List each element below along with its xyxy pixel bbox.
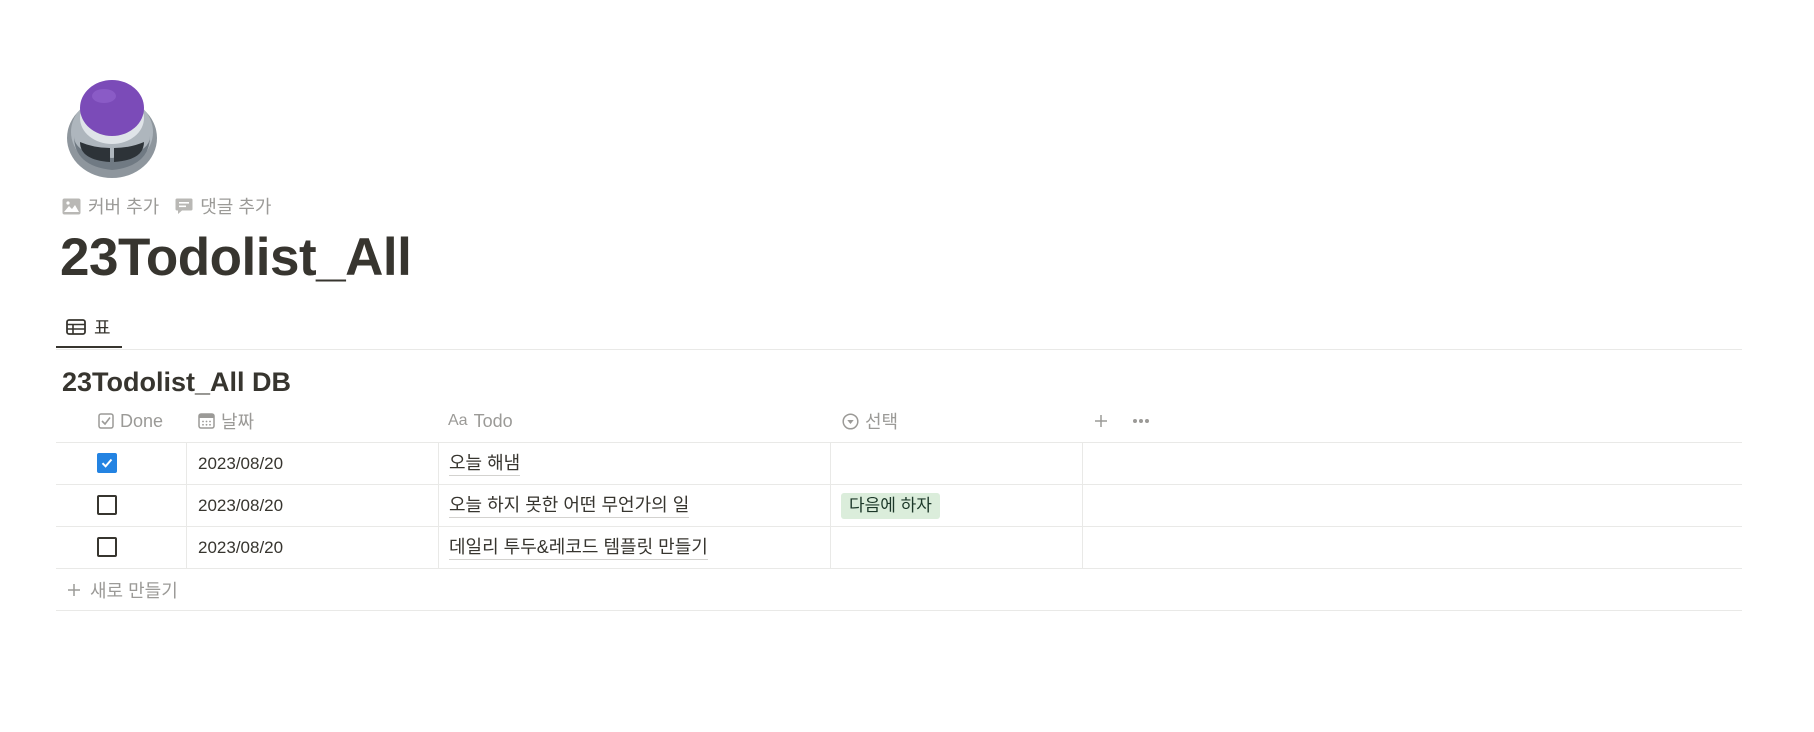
done-checkbox[interactable] <box>97 495 117 515</box>
empty-cell <box>1082 527 1742 568</box>
page-actions: 커버 추가 댓글 추가 <box>62 193 272 219</box>
new-row-label: 새로 만들기 <box>90 580 178 601</box>
image-icon <box>62 198 81 214</box>
page-icon-joystick[interactable] <box>64 74 160 180</box>
todo-title[interactable]: 오늘 하지 못한 어떤 무언가의 일 <box>449 493 690 518</box>
table-row[interactable]: 2023/08/20 오늘 하지 못한 어떤 무언가의 일 다음에 하자 <box>56 485 1742 527</box>
comment-icon <box>175 198 193 214</box>
tab-table-view-label: 표 <box>94 318 111 338</box>
checkbox-icon <box>98 413 114 429</box>
empty-cell <box>1082 485 1742 526</box>
column-header-todo-label: Todo <box>473 410 513 431</box>
add-comment-label: 댓글 추가 <box>200 197 272 217</box>
table-row[interactable]: 2023/08/20 데일리 투두&레코드 템플릿 만들기 <box>56 527 1742 569</box>
todo-cell[interactable]: 오늘 해냄 <box>438 443 830 484</box>
select-cell[interactable] <box>830 527 1082 568</box>
column-header-todo[interactable]: Aa Todo <box>448 400 513 442</box>
select-cell[interactable]: 다음에 하자 <box>830 485 1082 526</box>
select-icon <box>842 412 859 430</box>
ellipsis-icon <box>1133 419 1149 423</box>
calendar-icon <box>198 413 215 429</box>
select-tag: 다음에 하자 <box>841 492 940 519</box>
column-header-done-label: Done <box>120 410 164 431</box>
tab-table-view[interactable]: 표 <box>56 308 122 348</box>
date-cell[interactable]: 2023/08/20 <box>186 527 438 568</box>
more-options-button[interactable] <box>1127 400 1155 442</box>
database-table: Done 날짜 Aa Todo 선택 2023/08/20 오늘 해냄 2023… <box>56 400 1742 611</box>
checkmark-icon <box>101 458 113 468</box>
select-cell[interactable] <box>830 443 1082 484</box>
todo-cell[interactable]: 데일리 투두&레코드 템플릿 만들기 <box>438 527 830 568</box>
done-checkbox[interactable] <box>97 537 117 557</box>
empty-cell <box>1082 443 1742 484</box>
todo-title[interactable]: 데일리 투두&레코드 템플릿 만들기 <box>449 535 708 560</box>
done-cell <box>56 443 186 484</box>
add-cover-label: 커버 추가 <box>88 197 160 217</box>
todo-cell[interactable]: 오늘 하지 못한 어떤 무언가의 일 <box>438 485 830 526</box>
column-header-date[interactable]: 날짜 <box>198 400 254 442</box>
view-tabs: 표 <box>56 308 1742 350</box>
table-header: Done 날짜 Aa Todo 선택 <box>56 400 1742 443</box>
text-aa-icon: Aa <box>448 412 468 429</box>
add-cover-button[interactable]: 커버 추가 <box>62 193 159 219</box>
new-row-button[interactable]: 새로 만들기 <box>56 569 1742 611</box>
column-header-select-label: 선택 <box>865 412 899 432</box>
todo-title[interactable]: 오늘 해냄 <box>449 451 521 476</box>
column-header-select[interactable]: 선택 <box>842 400 898 442</box>
page-title[interactable]: 23Todolist_All <box>60 226 412 290</box>
joystick-icon <box>67 80 157 178</box>
add-comment-button[interactable]: 댓글 추가 <box>175 193 272 219</box>
column-header-done[interactable]: Done <box>98 400 163 442</box>
date-cell[interactable]: 2023/08/20 <box>186 485 438 526</box>
done-checkbox[interactable] <box>97 453 117 473</box>
done-cell <box>56 485 186 526</box>
add-property-button[interactable] <box>1087 400 1115 442</box>
date-cell[interactable]: 2023/08/20 <box>186 443 438 484</box>
plus-icon <box>68 583 80 596</box>
table-row[interactable]: 2023/08/20 오늘 해냄 <box>56 443 1742 485</box>
done-cell <box>56 527 186 568</box>
table-icon <box>66 319 86 335</box>
database-title[interactable]: 23Todolist_All DB <box>62 364 291 400</box>
plus-icon <box>1095 415 1107 427</box>
column-header-date-label: 날짜 <box>221 412 255 432</box>
